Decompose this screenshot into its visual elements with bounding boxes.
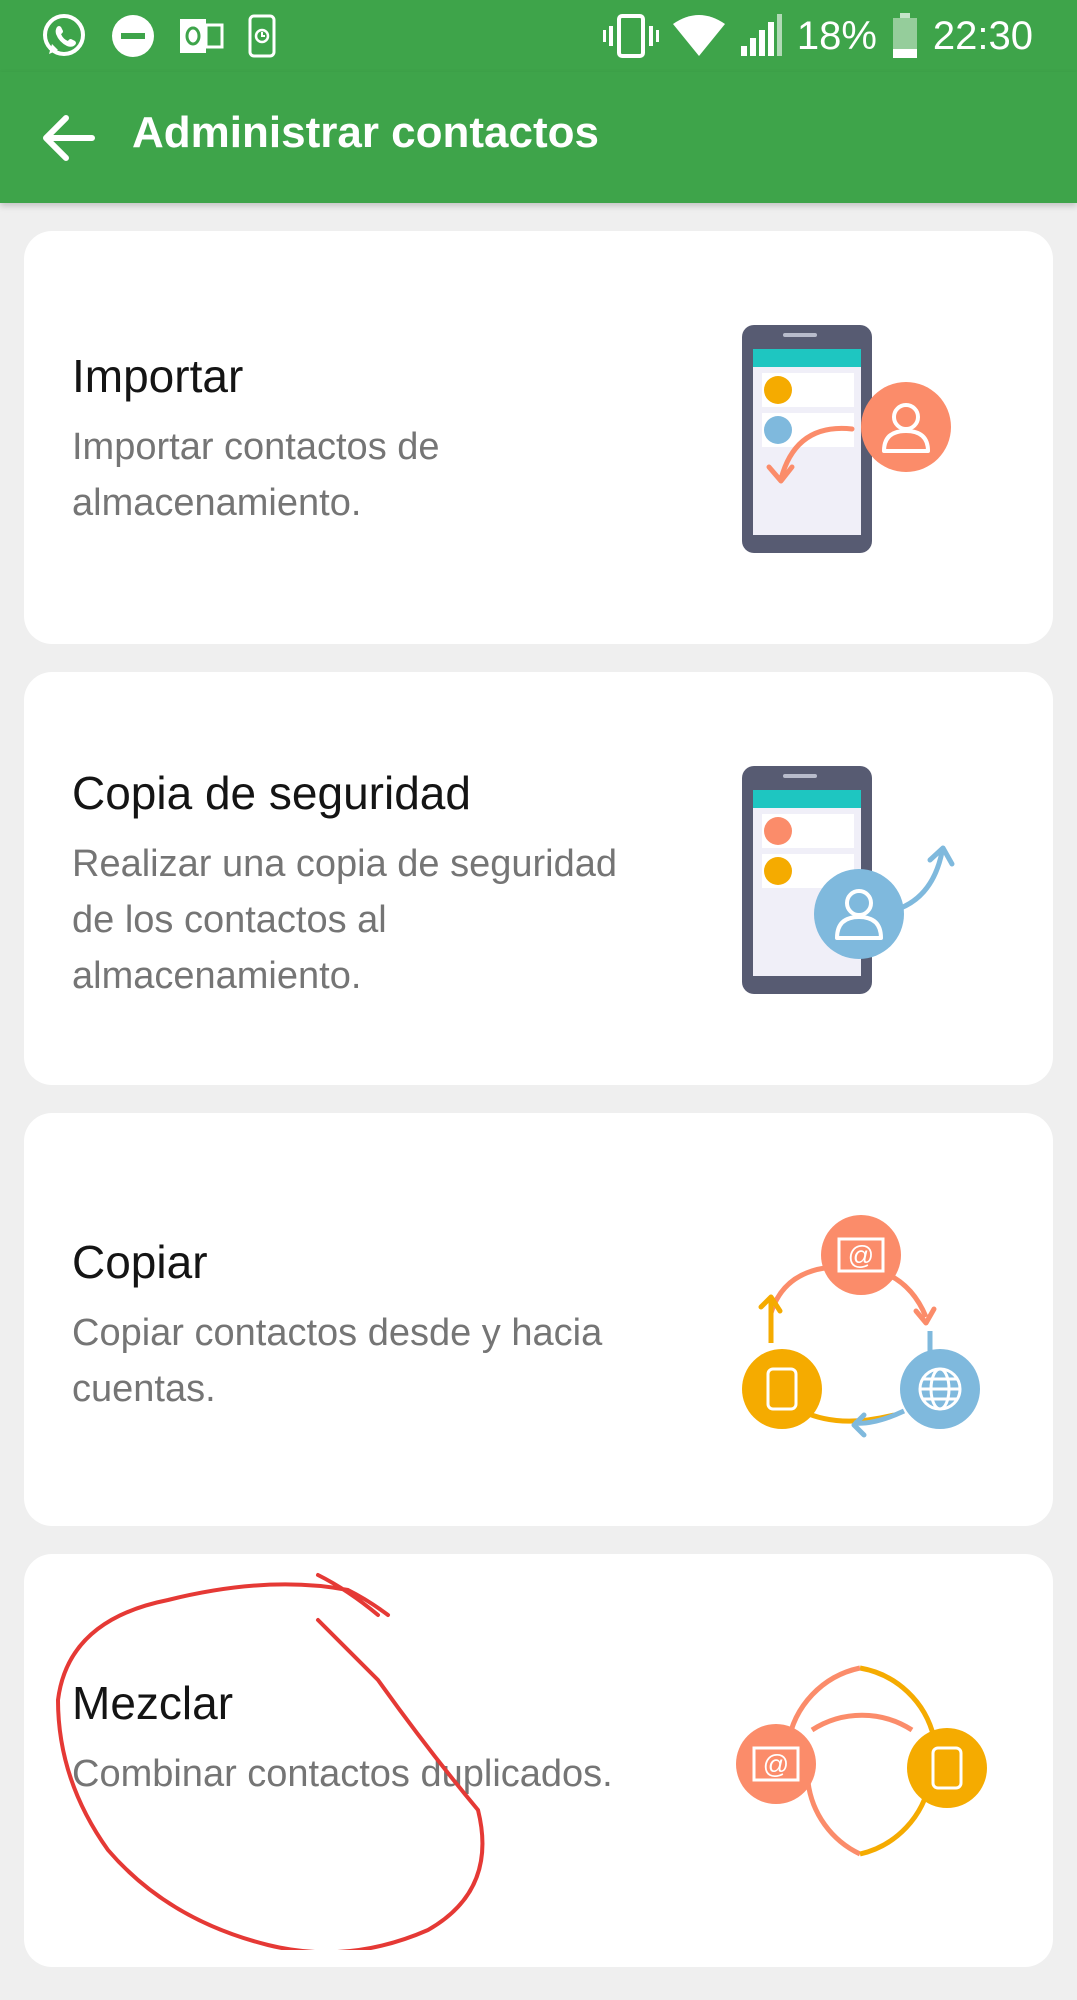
- option-title: Copia de seguridad: [72, 767, 471, 819]
- do-not-disturb-icon: [112, 15, 154, 57]
- wifi-icon: [672, 15, 725, 56]
- option-title: Importar: [72, 350, 244, 402]
- option-card-import[interactable]: Importar Importar contactos de almacenam…: [24, 231, 1053, 644]
- option-description: Combinar contactos duplicados.: [72, 1753, 613, 1795]
- status-icons-right: 18% 22:30: [602, 12, 1033, 60]
- option-card-copy[interactable]: Copiar Copiar contactos desde y hacia cu…: [24, 1113, 1053, 1526]
- battery-percent: 18%: [796, 13, 877, 58]
- arrow-back-icon[interactable]: [36, 106, 100, 170]
- battery-icon: [892, 13, 917, 58]
- import-contacts-illustration: [742, 325, 951, 553]
- app-bar: Administrar contactos: [0, 72, 1077, 203]
- option-description: Realizar una copia de seguridad de los c…: [72, 843, 618, 997]
- option-card-backup[interactable]: Copia de seguridad Realizar una copia de…: [24, 672, 1053, 1085]
- signal-icon: [740, 14, 782, 56]
- svg-text:@: @: [848, 1240, 874, 1270]
- status-icons-left: [40, 12, 280, 60]
- option-title: Copiar: [72, 1236, 208, 1288]
- merge-contacts-illustration: @: [736, 1665, 987, 1857]
- vibrate-icon: [602, 14, 659, 58]
- option-description: Copiar contactos desde y hacia cuentas.: [72, 1312, 603, 1410]
- svg-text:@: @: [763, 1749, 789, 1779]
- clock: 22:30: [932, 13, 1033, 58]
- option-description: Importar contactos de almacenamiento.: [72, 426, 440, 524]
- backup-contacts-illustration: [742, 766, 955, 994]
- outlook-icon: [180, 19, 224, 53]
- whatsapp-icon: [43, 14, 85, 56]
- phone-clock-icon: [248, 14, 276, 58]
- status-bar: 18% 22:30: [0, 0, 1077, 72]
- option-title: Mezclar: [72, 1677, 234, 1729]
- page-title: Administrar contactos: [132, 108, 599, 157]
- copy-contacts-illustration: @: [742, 1215, 980, 1438]
- option-card-merge[interactable]: Mezclar Combinar contactos duplicados. @: [24, 1554, 1053, 1967]
